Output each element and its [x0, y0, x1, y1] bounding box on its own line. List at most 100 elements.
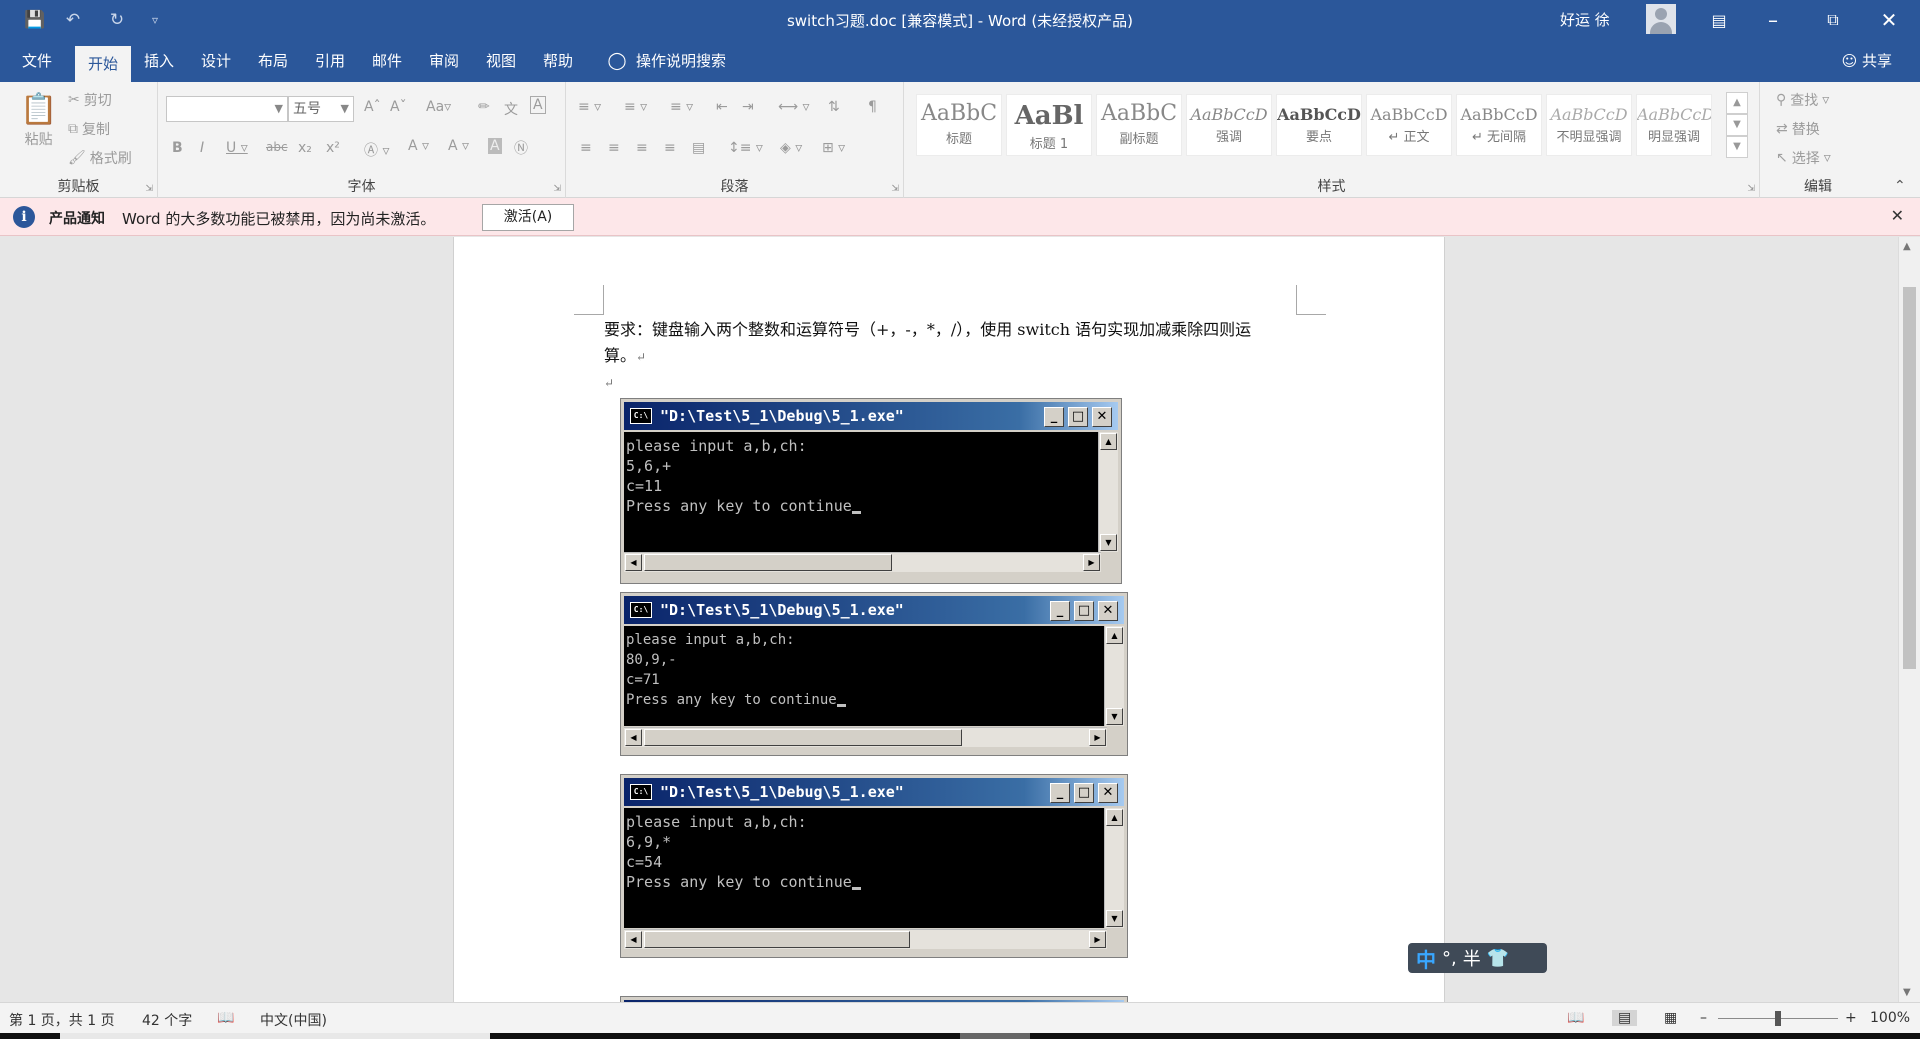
scroll-down-icon[interactable]: ▼: [1106, 910, 1123, 927]
zoom-out-icon[interactable]: –: [1700, 1010, 1707, 1026]
select-button[interactable]: ↖ 选择 ▿: [1776, 148, 1831, 168]
style-title[interactable]: AaBbC 标题: [916, 94, 1002, 156]
minimize-button[interactable]: –: [1750, 0, 1796, 40]
document-body[interactable]: 要求：键盘输入两个整数和运算符号（+，-，*，/），使用 switch 语句实现…: [604, 317, 1294, 396]
style-intense-emphasis[interactable]: AaBbCcD 明显强调: [1636, 94, 1712, 156]
maximize-button[interactable]: □: [1068, 407, 1088, 427]
zoom-slider-thumb[interactable]: [1775, 1011, 1781, 1026]
console-hscroll[interactable]: ◀ ▶: [624, 552, 1101, 572]
dialog-launcher-icon[interactable]: ⇲: [553, 184, 561, 194]
user-name[interactable]: 好运 徐: [1560, 9, 1610, 30]
maximize-button[interactable]: □: [1074, 601, 1094, 621]
subscript-button[interactable]: x₂: [298, 140, 312, 156]
replace-button[interactable]: ⇄ 替换: [1776, 119, 1820, 139]
numbering-button[interactable]: ≡ ▿: [624, 99, 647, 115]
scroll-down-icon[interactable]: ▼: [1100, 534, 1117, 551]
tab-home[interactable]: 开始: [75, 46, 131, 82]
style-heading-1[interactable]: AaBl 标题 1: [1006, 94, 1092, 156]
scroll-thumb[interactable]: [1903, 287, 1916, 669]
skin-icon[interactable]: 👕: [1487, 948, 1509, 969]
shading-button[interactable]: ◈ ▿: [780, 140, 802, 156]
zoom-in-icon[interactable]: +: [1845, 1010, 1857, 1026]
maximize-button[interactable]: □: [1074, 783, 1094, 803]
strikethrough-button[interactable]: abc: [266, 140, 288, 154]
proofing-icon[interactable]: 📖: [217, 1010, 234, 1026]
shrink-font-button[interactable]: Aˇ: [390, 99, 407, 115]
activate-button[interactable]: 激活(A): [482, 204, 574, 231]
text-effects-button[interactable]: Ⓐ ▿: [364, 140, 389, 160]
page-count[interactable]: 第 1 页，共 1 页: [9, 1010, 115, 1030]
minimize-button[interactable]: _: [1050, 783, 1070, 803]
zoom-level[interactable]: 100%: [1870, 1010, 1910, 1026]
multilevel-list-button[interactable]: ≡ ▿: [670, 99, 693, 115]
scroll-up-icon[interactable]: ▲: [1100, 433, 1117, 450]
tab-view[interactable]: 视图: [476, 40, 526, 82]
font-color-button[interactable]: A ▿: [448, 138, 469, 154]
grow-font-button[interactable]: Aˆ: [364, 99, 381, 115]
redo-icon[interactable]: ↻: [102, 8, 132, 32]
minimize-button[interactable]: _: [1044, 407, 1064, 427]
document-page[interactable]: 要求：键盘输入两个整数和运算符号（+，-，*，/），使用 switch 语句实现…: [453, 237, 1445, 1002]
restore-button[interactable]: ⧉: [1810, 0, 1856, 40]
distributed-icon[interactable]: ▤: [692, 140, 705, 156]
borders-button[interactable]: ⊞ ▿: [822, 140, 845, 156]
read-mode-icon[interactable]: 📖: [1567, 1010, 1584, 1026]
console-vscroll[interactable]: ▲ ▼: [1104, 808, 1124, 928]
highlight-color-button[interactable]: A ▿: [408, 138, 429, 154]
scroll-left-icon[interactable]: ◀: [625, 729, 642, 746]
collapse-ribbon-icon[interactable]: ⌃: [1894, 178, 1906, 194]
tell-me-search[interactable]: 操作说明搜索: [636, 40, 736, 82]
bullets-button[interactable]: ≡ ▿: [578, 99, 601, 115]
character-border-icon[interactable]: A: [530, 96, 546, 114]
phonetic-guide-icon[interactable]: 文: [504, 99, 518, 119]
character-shading-icon[interactable]: A: [488, 138, 502, 154]
document-vscroll[interactable]: ▲ ▼: [1898, 237, 1920, 1002]
dialog-launcher-icon[interactable]: ⇲: [1747, 184, 1755, 194]
customize-qat-icon[interactable]: ▿: [140, 8, 170, 32]
tab-file[interactable]: 文件: [12, 40, 62, 82]
styles-scroll-up-icon[interactable]: ▲: [1726, 92, 1748, 114]
change-case-button[interactable]: Aa▿: [426, 99, 451, 115]
align-left-icon[interactable]: ≡: [580, 140, 592, 156]
clear-formatting-icon[interactable]: ✏: [478, 99, 490, 115]
close-button[interactable]: ✕: [1092, 407, 1112, 427]
web-layout-icon[interactable]: ▦: [1664, 1010, 1677, 1026]
dialog-launcher-icon[interactable]: ⇲: [145, 184, 153, 194]
ime-mode[interactable]: 中: [1416, 944, 1436, 973]
tab-design[interactable]: 设计: [191, 40, 241, 82]
cut-button[interactable]: ✂ 剪切: [68, 90, 112, 110]
scroll-right-icon[interactable]: ▶: [1089, 931, 1106, 948]
scroll-up-icon[interactable]: ▲: [1903, 241, 1911, 252]
align-right-icon[interactable]: ≡: [636, 140, 648, 156]
save-icon[interactable]: 💾: [20, 8, 50, 32]
tab-insert[interactable]: 插入: [134, 40, 184, 82]
tab-review[interactable]: 审阅: [419, 40, 469, 82]
close-button[interactable]: ✕: [1866, 0, 1912, 40]
decrease-indent-icon[interactable]: ⇤: [716, 99, 728, 115]
undo-icon[interactable]: ↶: [58, 8, 88, 32]
superscript-button[interactable]: x²: [326, 140, 340, 156]
lightbulb-icon[interactable]: ◯: [603, 40, 631, 82]
scroll-down-icon[interactable]: ▼: [1106, 708, 1123, 725]
console-vscroll[interactable]: ▲ ▼: [1104, 626, 1124, 726]
scroll-thumb[interactable]: [644, 931, 910, 948]
ribbon-display-options-icon[interactable]: ▤: [1696, 0, 1742, 40]
taskbar-item[interactable]: [60, 1033, 490, 1039]
tab-references[interactable]: 引用: [305, 40, 355, 82]
word-count[interactable]: 42 个字: [142, 1010, 192, 1030]
tab-mailings[interactable]: 邮件: [362, 40, 412, 82]
scroll-right-icon[interactable]: ▶: [1083, 554, 1100, 571]
console-vscroll[interactable]: ▲ ▼: [1098, 432, 1118, 552]
paste-button[interactable]: 📋 粘贴: [20, 92, 57, 149]
avatar[interactable]: [1646, 4, 1676, 34]
format-painter-button[interactable]: 🖌 格式刷: [68, 148, 132, 168]
line-spacing-button[interactable]: ↕≡ ▿: [728, 140, 763, 156]
share-button[interactable]: ☺ 共享: [1842, 40, 1892, 82]
enclose-characters-icon[interactable]: Ⓝ: [514, 138, 528, 158]
align-center-icon[interactable]: ≡: [608, 140, 620, 156]
style-subtle-emphasis[interactable]: AaBbCcD 不明显强调: [1546, 94, 1632, 156]
style-no-spacing[interactable]: AaBbCcD ↵ 无间隔: [1456, 94, 1542, 156]
scroll-right-icon[interactable]: ▶: [1089, 729, 1106, 746]
tab-layout[interactable]: 布局: [248, 40, 298, 82]
justify-icon[interactable]: ≡: [664, 140, 676, 156]
